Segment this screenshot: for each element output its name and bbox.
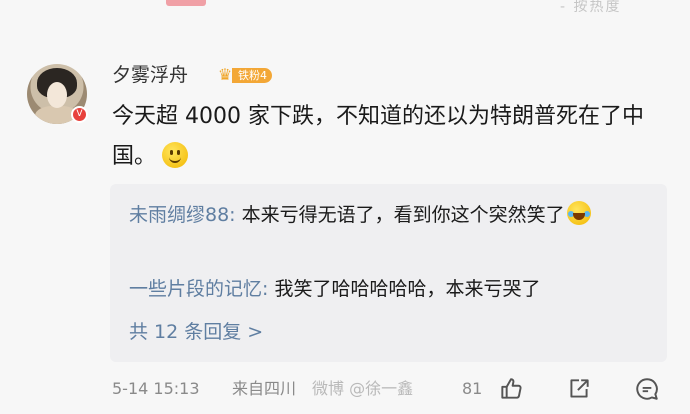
- reply-text: 我笑了哈哈哈哈哈，本来亏哭了: [268, 278, 541, 300]
- reply-author[interactable]: 一些片段的记忆:: [129, 278, 268, 300]
- reply-author[interactable]: 未雨绸缪88:: [129, 204, 236, 226]
- share-icon[interactable]: [566, 376, 592, 402]
- timestamp: 5-14 15:13: [112, 379, 200, 398]
- sort-label[interactable]: - 按热度: [560, 0, 622, 14]
- like-icon[interactable]: [498, 376, 524, 402]
- crown-icon: ♛: [217, 65, 233, 84]
- like-count: 81: [462, 379, 483, 398]
- comment-text: 今天超 4000 家下跌，不知道的还以为特朗普死在了中国。: [112, 97, 672, 177]
- active-tab-indicator: [166, 0, 206, 6]
- reply-box[interactable]: 未雨绸缪88: 本来亏得无语了，看到你这个突然笑了 一些片段的记忆: 我笑了哈哈…: [110, 184, 667, 362]
- reply-item: 一些片段的记忆: 我笑了哈哈哈哈哈，本来亏哭了: [129, 273, 649, 306]
- comment-body: 今天超 4000 家下跌，不知道的还以为特朗普死在了中国。: [112, 104, 644, 169]
- verified-badge: V: [71, 106, 88, 123]
- more-replies-link[interactable]: 共 12 条回复 >: [129, 317, 263, 347]
- laugh-cry-emoji: [566, 201, 591, 225]
- reply-text: 本来亏得无语了，看到你这个突然笑了: [235, 204, 565, 226]
- comment-icon[interactable]: [634, 376, 660, 402]
- smiley-emoji: [162, 142, 189, 168]
- watermark: 微博 @徐一鑫: [312, 379, 414, 398]
- fan-badge-label: 铁粉4: [232, 68, 272, 83]
- source-location: 来自四川: [232, 379, 297, 398]
- username[interactable]: 夕雾浮舟: [112, 64, 188, 86]
- top-bar: - 按热度: [0, 0, 690, 18]
- comment-footer: 5-14 15:13 来自四川 微博 @徐一鑫 81: [112, 372, 672, 406]
- reply-item: 未雨绸缪88: 本来亏得无语了，看到你这个突然笑了: [129, 199, 649, 232]
